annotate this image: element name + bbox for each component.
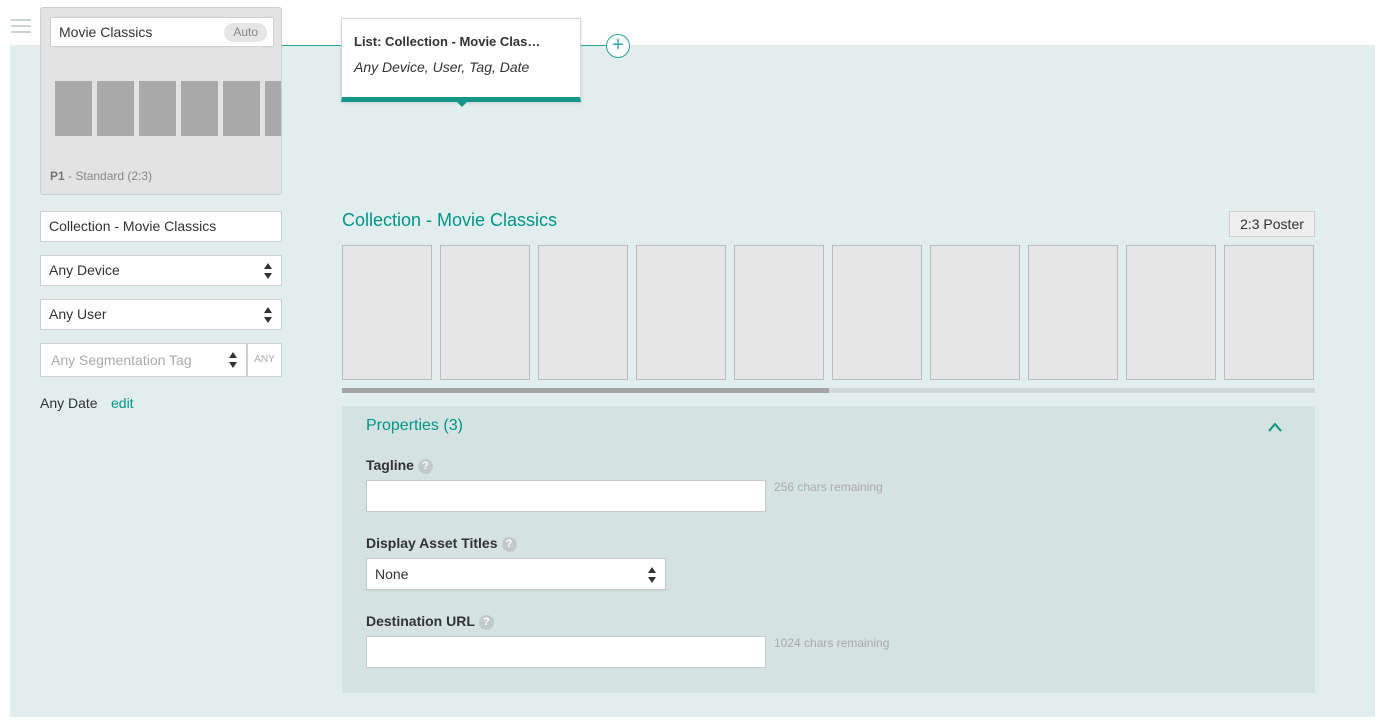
card-thumbnail: [97, 81, 134, 136]
connector-line: [581, 45, 607, 46]
card-thumbnail: [265, 81, 281, 136]
scrollbar-thumb[interactable]: [342, 388, 829, 393]
asset-thumbnail[interactable]: [930, 245, 1020, 380]
device-select-value: Any Device: [49, 262, 120, 278]
card-thumbnail: [181, 81, 218, 136]
asset-thumbnail[interactable]: [342, 245, 432, 380]
asset-thumbnail[interactable]: [538, 245, 628, 380]
auto-badge: Auto: [224, 23, 267, 42]
any-tag-button[interactable]: ANY: [247, 343, 282, 377]
collection-thumbnails: [342, 245, 1315, 380]
display-asset-titles-label: Display Asset Titles?: [366, 535, 517, 552]
date-label: Any Date: [40, 395, 98, 411]
asset-thumbnail[interactable]: [440, 245, 530, 380]
collection-title: Collection - Movie Classics: [342, 210, 558, 230]
card-footer: P1 - Standard (2:3): [50, 169, 152, 183]
menu-icon[interactable]: [11, 19, 31, 35]
properties-title[interactable]: Properties (3): [366, 417, 463, 435]
format-badge[interactable]: 2:3 Poster: [1229, 211, 1315, 237]
card-title-text: Movie Classics: [59, 24, 153, 40]
card-format: - Standard (2:3): [64, 169, 153, 183]
asset-thumbnail[interactable]: [1028, 245, 1118, 380]
connector-line: [282, 45, 341, 46]
segmentation-tag-select[interactable]: Any Segmentation Tag: [40, 343, 247, 377]
select-arrows-icon: [264, 263, 273, 279]
help-icon[interactable]: ?: [417, 458, 433, 474]
card-position: P1: [50, 169, 65, 183]
select-arrows-icon: [648, 567, 657, 583]
destination-url-label: Destination URL?: [366, 613, 494, 630]
user-select[interactable]: Any User: [40, 299, 282, 330]
properties-panel: Properties (3) Tagline? 256 chars remain…: [342, 406, 1315, 693]
device-select[interactable]: Any Device: [40, 255, 282, 286]
tagline-label: Tagline?: [366, 457, 433, 474]
popover-title: List: Collection - Movie Clas…: [354, 34, 541, 49]
asset-thumbnail[interactable]: [636, 245, 726, 380]
chevron-up-icon[interactable]: [1267, 420, 1283, 434]
card-thumbnail: [55, 81, 92, 136]
destination-url-input[interactable]: [366, 636, 766, 668]
user-select-value: Any User: [49, 306, 107, 322]
edit-date-link[interactable]: edit: [111, 395, 134, 411]
destination-url-chars-remaining: 1024 chars remaining: [774, 636, 890, 650]
help-icon[interactable]: ?: [478, 614, 494, 630]
asset-thumbnail[interactable]: [734, 245, 824, 380]
tagline-input[interactable]: [366, 480, 766, 512]
asset-thumbnail[interactable]: [1126, 245, 1216, 380]
tagline-chars-remaining: 256 chars remaining: [774, 480, 883, 494]
select-arrows-icon: [229, 352, 238, 368]
add-list-button[interactable]: +: [606, 34, 630, 58]
card-thumbnails: [55, 81, 281, 136]
asset-thumbnail[interactable]: [1224, 245, 1314, 380]
card-title: Movie Classics Auto: [50, 17, 274, 47]
destination-url-label-text: Destination URL: [366, 613, 475, 629]
list-card[interactable]: Movie Classics Auto P1 - Standard (2:3): [40, 7, 282, 195]
card-thumbnail: [223, 81, 260, 136]
collection-name-field[interactable]: Collection - Movie Classics: [40, 211, 282, 242]
display-asset-titles-label-text: Display Asset Titles: [366, 535, 498, 551]
list-popover[interactable]: List: Collection - Movie Clas… Any Devic…: [341, 18, 581, 107]
asset-thumbnail[interactable]: [832, 245, 922, 380]
horizontal-scrollbar[interactable]: [342, 388, 1315, 393]
display-asset-titles-select[interactable]: None: [366, 558, 666, 590]
help-icon[interactable]: ?: [501, 536, 517, 552]
page: + Movie Classics Auto P1 - Standard (2:3…: [0, 0, 1385, 723]
popover-caret-icon: [453, 98, 471, 107]
tagline-label-text: Tagline: [366, 457, 414, 473]
card-thumbnail: [139, 81, 176, 136]
segmentation-tag-placeholder: Any Segmentation Tag: [51, 352, 192, 368]
popover-subtitle: Any Device, User, Tag, Date: [354, 59, 530, 75]
display-asset-titles-value: None: [375, 566, 409, 582]
select-arrows-icon: [264, 307, 273, 323]
